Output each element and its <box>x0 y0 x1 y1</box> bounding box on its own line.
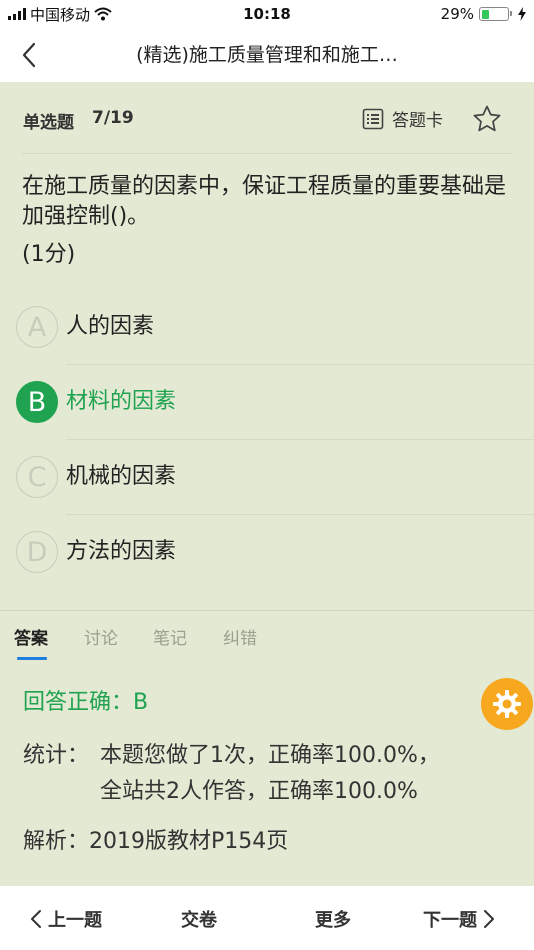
tab-indicator <box>17 657 47 660</box>
nav-bar: (精选)施工质量管理和和施工… <box>0 28 534 82</box>
header-divider <box>22 153 512 154</box>
more-button[interactable]: 更多 <box>315 906 351 932</box>
next-question-label: 下一题 <box>423 910 477 931</box>
option-text: 机械的因素 <box>66 464 177 489</box>
option-letter: B <box>16 381 58 423</box>
answer-card-label: 答题卡 <box>392 111 443 131</box>
tab-answer[interactable]: 答案 <box>14 624 48 649</box>
next-question-button[interactable]: 下一题 <box>423 906 495 932</box>
option-letter: D <box>16 531 58 573</box>
answer-tabs: 答案 讨论 笔记 纠错 <box>0 611 534 661</box>
settings-button[interactable] <box>481 678 533 730</box>
answer-card-button[interactable]: 答题卡 <box>362 106 443 131</box>
gear-icon <box>493 690 521 718</box>
question-header: 单选题 7/19 答题卡 <box>0 82 534 154</box>
option-text: 人的因素 <box>66 314 155 339</box>
battery-percent: 29% <box>440 5 474 23</box>
charging-icon <box>518 7 526 21</box>
stats-line-2: 全站共2人作答，正确率100.0% <box>100 779 418 804</box>
star-icon <box>473 105 501 132</box>
page-title: (精选)施工质量管理和和施工… <box>136 44 398 66</box>
option-a[interactable]: A 人的因素 <box>0 290 534 365</box>
stats-label: 统计： <box>23 743 90 768</box>
chevron-left-icon <box>22 42 36 68</box>
analysis-text: 解析：2019版教材P154页 <box>23 829 289 854</box>
option-text: 材料的因素 <box>66 389 177 414</box>
stats-line-1: 本题您做了1次，正确率100.0%， <box>100 743 440 768</box>
submit-exam-label: 交卷 <box>181 910 217 931</box>
chevron-left-icon <box>31 910 41 928</box>
prev-question-button[interactable]: 上一题 <box>30 906 102 932</box>
favorite-button[interactable] <box>472 104 502 134</box>
answer-result: 回答正确：B <box>23 690 149 715</box>
question-type: 单选题 <box>23 113 74 133</box>
status-bar: 中国移动 10:18 29% <box>0 0 534 28</box>
prev-question-label: 上一题 <box>48 910 102 931</box>
option-b[interactable]: B 材料的因素 <box>0 365 534 440</box>
option-text: 方法的因素 <box>66 539 177 564</box>
back-button[interactable] <box>14 40 44 70</box>
status-right: 29% <box>441 0 526 28</box>
answer-card-icon <box>362 108 384 129</box>
more-label: 更多 <box>315 910 351 931</box>
tab-notes[interactable]: 笔记 <box>153 624 187 649</box>
chevron-right-icon <box>484 910 494 928</box>
tab-discussion[interactable]: 讨论 <box>84 624 118 649</box>
option-d[interactable]: D 方法的因素 <box>0 515 534 590</box>
question-progress: 7/19 <box>92 108 134 128</box>
submit-exam-button[interactable]: 交卷 <box>181 906 217 932</box>
bottom-toolbar: 上一题 交卷 更多 下一题 <box>0 886 534 950</box>
battery-icon <box>479 7 512 21</box>
question-text: 在施工质量的因素中，保证工程质量的重要基础是加强控制()。 <box>22 174 507 229</box>
question-score: (1分) <box>22 242 76 267</box>
option-letter: A <box>16 306 58 348</box>
option-letter: C <box>16 456 58 498</box>
tab-report-error[interactable]: 纠错 <box>223 624 257 649</box>
option-c[interactable]: C 机械的因素 <box>0 440 534 515</box>
battery-level <box>481 9 489 19</box>
